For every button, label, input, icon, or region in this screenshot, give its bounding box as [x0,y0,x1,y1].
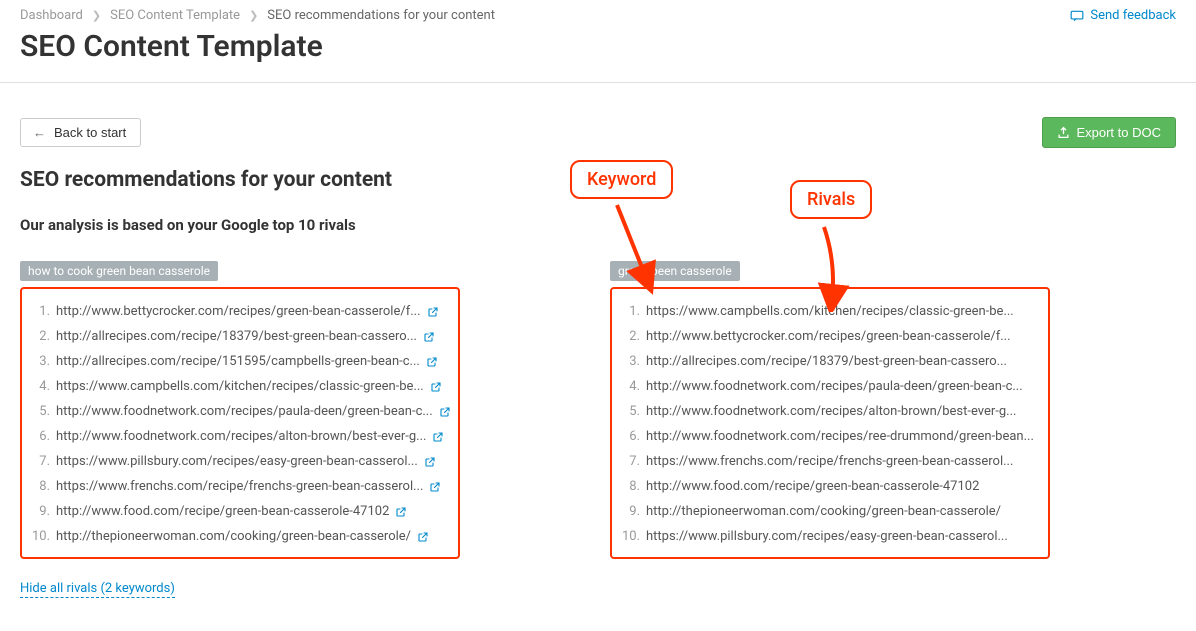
send-feedback-link[interactable]: Send feedback [1070,8,1176,23]
rival-url-text: https://www.campbells.com/kitchen/recipe… [56,379,424,394]
external-link-icon [430,381,442,393]
external-link-button[interactable] [427,306,439,318]
rival-url-item[interactable]: https://www.campbells.com/kitchen/recipe… [618,299,1042,324]
rival-url-item[interactable]: http://thepioneerwoman.com/cooking/green… [618,499,1042,524]
rival-url-text: http://allrecipes.com/recipe/151595/camp… [56,354,420,369]
rival-url-text: http://allrecipes.com/recipe/18379/best-… [646,354,1007,369]
external-link-icon [395,506,407,518]
keyword-tag: how to cook green bean casserole [20,261,218,281]
rival-url-text: https://www.campbells.com/kitchen/recipe… [646,304,1014,319]
rival-url-item[interactable]: http://www.food.com/recipe/green-bean-ca… [618,474,1042,499]
rival-url-item[interactable]: http://www.bettycrocker.com/recipes/gree… [618,324,1042,349]
rival-url-item[interactable]: https://www.campbells.com/kitchen/recipe… [28,374,452,399]
rival-url-item[interactable]: https://www.frenchs.com/recipe/frenchs-g… [618,449,1042,474]
rival-url-text: http://thepioneerwoman.com/cooking/green… [56,529,411,544]
rival-url-text: http://www.foodnetwork.com/recipes/paula… [646,379,1023,394]
external-link-icon [424,456,436,468]
callout-keyword: Keyword [570,160,673,199]
rival-url-text: http://www.food.com/recipe/green-bean-ca… [56,504,389,519]
export-icon [1057,126,1070,139]
analysis-heading: Our analysis is based on your Google top… [0,216,1196,260]
feedback-icon [1070,9,1084,23]
external-link-icon [417,531,429,543]
export-to-doc-button[interactable]: Export to DOC [1042,117,1176,148]
external-link-button[interactable] [426,356,438,368]
external-link-button[interactable] [432,431,444,443]
rival-url-text: http://www.foodnetwork.com/recipes/alton… [56,429,426,444]
external-link-button[interactable] [439,406,451,418]
rival-url-item[interactable]: http://thepioneerwoman.com/cooking/green… [28,524,452,549]
rival-url-text: http://www.foodnetwork.com/recipes/paula… [56,404,433,419]
external-link-button[interactable] [430,381,442,393]
rival-url-item[interactable]: http://www.foodnetwork.com/recipes/ree-d… [618,424,1042,449]
external-link-button[interactable] [395,506,407,518]
rival-url-item[interactable]: http://allrecipes.com/recipe/18379/best-… [28,324,452,349]
external-link-button[interactable] [424,456,436,468]
external-link-button[interactable] [423,331,435,343]
external-link-icon [427,306,439,318]
rival-url-text: http://www.food.com/recipe/green-bean-ca… [646,479,979,494]
rival-url-text: http://www.foodnetwork.com/recipes/ree-d… [646,429,1034,444]
rival-url-item[interactable]: https://www.pillsbury.com/recipes/easy-g… [28,449,452,474]
chevron-right-icon: ❯ [92,9,101,22]
rival-url-text: https://www.pillsbury.com/recipes/easy-g… [56,454,418,469]
page-title: SEO Content Template [0,27,1196,82]
chevron-right-icon: ❯ [249,9,258,22]
back-to-start-button[interactable]: ← Back to start [20,118,141,147]
divider [0,82,1196,83]
rival-url-text: http://allrecipes.com/recipe/18379/best-… [56,329,417,344]
rival-url-item[interactable]: http://www.foodnetwork.com/recipes/alton… [28,424,452,449]
rival-url-text: http://thepioneerwoman.com/cooking/green… [646,504,1001,519]
external-link-button[interactable] [417,531,429,543]
external-link-icon [429,481,441,493]
breadcrumb: Dashboard ❯ SEO Content Template ❯ SEO r… [0,0,1196,27]
external-link-icon [426,356,438,368]
callout-rivals: Rivals [790,180,872,219]
rival-url-item[interactable]: http://www.foodnetwork.com/recipes/paula… [28,399,452,424]
keyword-tag: green been casserole [610,261,740,281]
breadcrumb-dashboard[interactable]: Dashboard [20,8,83,23]
rivals-box: https://www.campbells.com/kitchen/recipe… [610,287,1050,559]
rivals-box: http://www.bettycrocker.com/recipes/gree… [20,287,460,559]
external-link-button[interactable] [429,481,441,493]
rival-url-item[interactable]: https://www.frenchs.com/recipe/frenchs-g… [28,474,452,499]
rival-url-item[interactable]: http://allrecipes.com/recipe/18379/best-… [618,349,1042,374]
external-link-icon [423,331,435,343]
rival-url-text: http://www.bettycrocker.com/recipes/gree… [56,304,421,319]
rivals-column-2: green been casserole https://www.campbel… [610,260,1050,559]
rival-url-text: https://www.frenchs.com/recipe/frenchs-g… [646,454,1013,469]
external-link-icon [432,431,444,443]
rival-url-item[interactable]: http://allrecipes.com/recipe/151595/camp… [28,349,452,374]
rival-url-text: https://www.pillsbury.com/recipes/easy-g… [646,529,1008,544]
rival-url-item[interactable]: http://www.foodnetwork.com/recipes/paula… [618,374,1042,399]
rival-url-item[interactable]: https://www.pillsbury.com/recipes/easy-g… [618,524,1042,549]
arrow-left-icon: ← [33,125,46,140]
rival-url-text: http://www.bettycrocker.com/recipes/gree… [646,329,1011,344]
rival-url-text: https://www.frenchs.com/recipe/frenchs-g… [56,479,423,494]
rival-url-item[interactable]: http://www.bettycrocker.com/recipes/gree… [28,299,452,324]
external-link-icon [439,406,451,418]
rivals-column-1: how to cook green bean casserole http://… [20,260,460,559]
rival-url-text: http://www.foodnetwork.com/recipes/alton… [646,404,1016,419]
breadcrumb-template[interactable]: SEO Content Template [110,8,240,23]
hide-all-rivals-link[interactable]: Hide all rivals (2 keywords) [20,581,175,598]
rival-url-item[interactable]: http://www.food.com/recipe/green-bean-ca… [28,499,452,524]
rival-url-item[interactable]: http://www.foodnetwork.com/recipes/alton… [618,399,1042,424]
breadcrumb-current: SEO recommendations for your content [267,8,495,23]
